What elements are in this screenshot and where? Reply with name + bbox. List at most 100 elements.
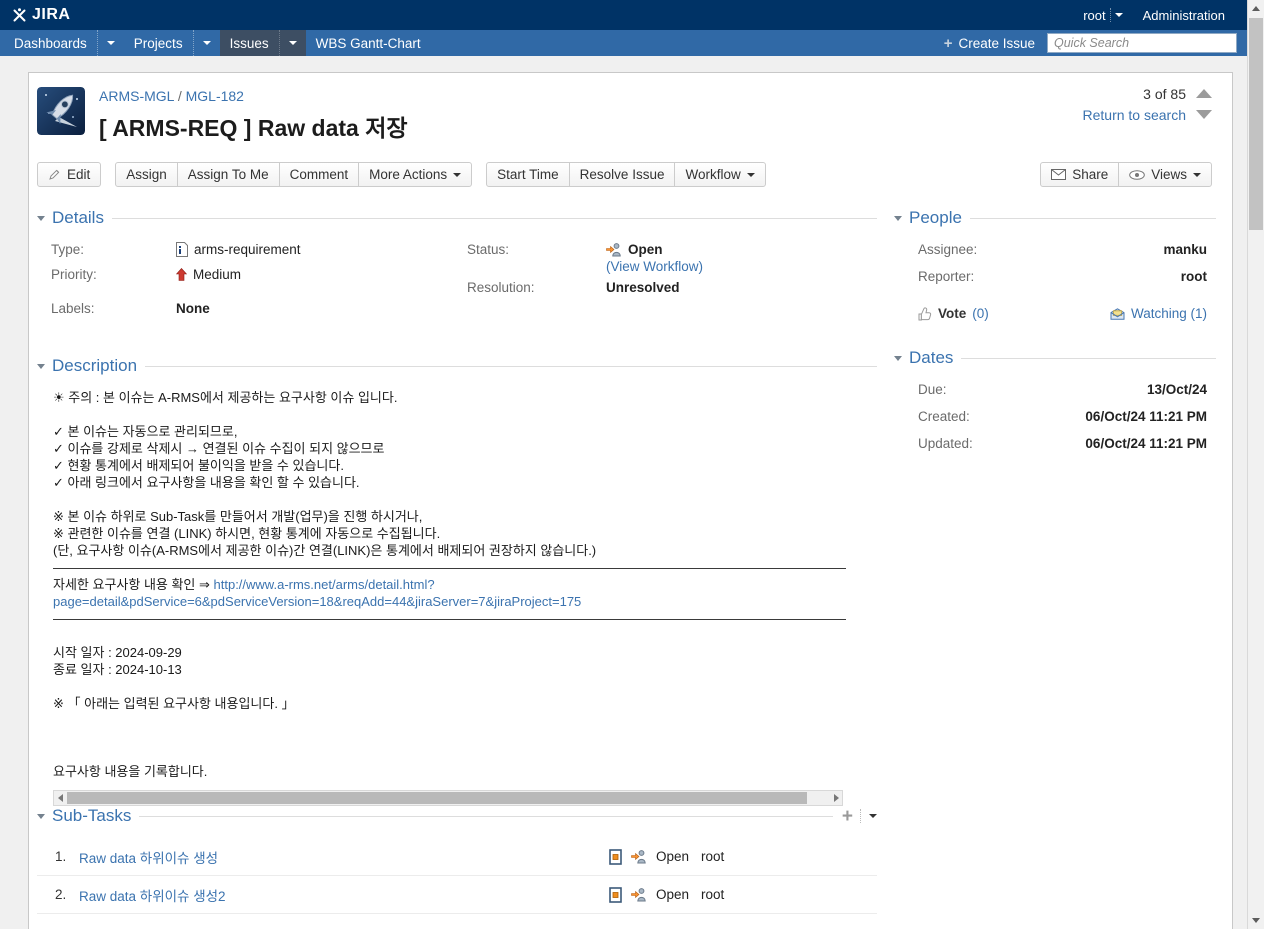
envelope-icon xyxy=(1051,169,1066,180)
user-menu[interactable]: root xyxy=(1073,0,1132,30)
updated-value: 06/Oct/24 11:21 PM xyxy=(1085,436,1207,451)
jira-logo-text: JIRA xyxy=(32,6,70,24)
divider xyxy=(145,366,877,367)
page-scrollbar[interactable] xyxy=(1247,0,1264,929)
return-to-search-link[interactable]: Return to search xyxy=(1083,107,1187,123)
scroll-left-button[interactable] xyxy=(54,791,66,805)
scroll-right-button[interactable] xyxy=(830,791,842,805)
project-avatar[interactable] xyxy=(37,87,85,135)
next-issue-button[interactable] xyxy=(1196,110,1212,119)
thumbs-up-icon xyxy=(918,307,932,321)
chevron-down-icon xyxy=(289,41,297,45)
chevron-down-icon xyxy=(747,173,755,177)
divider xyxy=(860,809,861,823)
description-line: ✓ 본 이슈는 자동으로 관리되므로, xyxy=(53,423,877,440)
hscrollbar-thumb[interactable] xyxy=(67,792,807,804)
due-value: 13/Oct/24 xyxy=(1147,382,1207,397)
collapse-people-icon[interactable] xyxy=(894,216,902,221)
jira-logo[interactable]: JIRA xyxy=(12,6,70,24)
description-line: ※ 본 이슈 하위로 Sub-Task를 만들어서 개발(업무)을 진행 하시거… xyxy=(53,508,877,525)
view-workflow-link[interactable]: (View Workflow) xyxy=(606,259,703,274)
triangle-up-icon xyxy=(1252,6,1260,11)
subtask-link[interactable]: Raw data 하위이슈 생성2 xyxy=(79,885,226,905)
dash-separator: ————————————————————————————————————————… xyxy=(53,610,846,627)
chevron-down-icon xyxy=(1193,173,1201,177)
triangle-right-icon xyxy=(834,794,839,802)
resolution-value: Unresolved xyxy=(606,280,680,295)
issue-title: [ ARMS-REQ ] Raw data 저장 xyxy=(99,109,408,143)
collapse-description-icon[interactable] xyxy=(37,364,45,369)
updated-label: Updated: xyxy=(918,436,973,451)
subtask-link[interactable]: Raw data 하위이슈 생성 xyxy=(79,847,218,867)
share-button[interactable]: Share xyxy=(1040,162,1119,187)
nav-dashboards-dropdown[interactable] xyxy=(97,30,124,56)
edit-button[interactable]: Edit xyxy=(37,162,101,187)
more-actions-button[interactable]: More Actions xyxy=(358,162,472,187)
administration-link[interactable]: Administration xyxy=(1133,0,1235,30)
requirement-detail-link[interactable]: http://www.a-rms.net/arms/detail.html? xyxy=(214,577,435,592)
triangle-left-icon xyxy=(58,794,63,802)
priority-value: Medium xyxy=(193,267,241,282)
assign-button[interactable]: Assign xyxy=(115,162,178,187)
scrollbar-thumb[interactable] xyxy=(1249,18,1263,230)
subtask-number: 1. xyxy=(55,849,79,864)
requirement-detail-link-continued[interactable]: page=detail&pdService=6&pdServiceVersion… xyxy=(53,594,581,609)
collapse-subtasks-icon[interactable] xyxy=(37,814,45,819)
quick-search-input[interactable] xyxy=(1047,33,1237,53)
nav-projects-dropdown[interactable] xyxy=(193,30,220,56)
subtasks-title[interactable]: Sub-Tasks xyxy=(52,806,131,826)
create-issue-button[interactable]: + Create Issue xyxy=(944,36,1035,51)
divider xyxy=(1110,8,1111,22)
issue-toolbar: Edit Assign Assign To Me Comment More Ac… xyxy=(37,162,766,187)
previous-issue-button[interactable] xyxy=(1196,89,1212,98)
assignee-value[interactable]: manku xyxy=(1163,242,1207,257)
watching-button[interactable]: Watching (1) xyxy=(1110,306,1207,321)
scroll-up-button[interactable] xyxy=(1248,0,1264,17)
comment-button[interactable]: Comment xyxy=(279,162,360,187)
people-module: People Assignee: manku Reporter: root Vo… xyxy=(894,206,1216,321)
subtask-type-icon xyxy=(609,887,622,903)
nav-wbs-label: WBS Gantt-Chart xyxy=(306,30,431,56)
nav-item-projects[interactable]: Projects xyxy=(124,30,220,56)
vote-button[interactable]: Vote (0) xyxy=(918,306,989,321)
scroll-down-button[interactable] xyxy=(1248,912,1264,929)
subtasks-options-dropdown[interactable] xyxy=(869,814,877,818)
breadcrumb-issue-key-link[interactable]: MGL-182 xyxy=(186,88,244,104)
collapse-dates-icon[interactable] xyxy=(894,356,902,361)
watching-mail-icon xyxy=(1110,308,1125,320)
status-open-icon xyxy=(631,849,647,864)
priority-medium-icon xyxy=(176,268,187,281)
vote-count: (0) xyxy=(972,306,989,321)
assign-to-me-button[interactable]: Assign To Me xyxy=(177,162,280,187)
description-line: ✓ 아래 링크에서 요구사항을 내용을 확인 할 수 있습니다. xyxy=(53,474,877,491)
assign-label: Assign xyxy=(126,167,167,182)
details-title[interactable]: Details xyxy=(52,208,104,228)
resolve-issue-button[interactable]: Resolve Issue xyxy=(569,162,676,187)
subtask-assignee: root xyxy=(701,849,724,864)
subtask-number: 2. xyxy=(55,887,79,902)
views-button[interactable]: Views xyxy=(1118,162,1212,187)
description-title[interactable]: Description xyxy=(52,356,137,376)
assign-to-me-label: Assign To Me xyxy=(188,167,269,182)
collapse-details-icon[interactable] xyxy=(37,216,45,221)
add-subtask-button[interactable]: + xyxy=(842,807,853,826)
people-title[interactable]: People xyxy=(909,208,962,228)
dates-title[interactable]: Dates xyxy=(909,348,953,368)
nav-item-issues[interactable]: Issues xyxy=(220,30,306,56)
chevron-down-icon xyxy=(1115,13,1123,17)
reporter-value[interactable]: root xyxy=(1181,269,1207,284)
nav-item-dashboards[interactable]: Dashboards xyxy=(4,30,124,56)
workflow-button[interactable]: Workflow xyxy=(674,162,765,187)
description-text: ☀ 주의 : 본 이슈는 A-RMS에서 제공하는 요구사항 이슈 입니다. ✓… xyxy=(37,378,877,806)
start-time-button[interactable]: Start Time xyxy=(486,162,570,187)
dates-module: Dates Due: 13/Oct/24 Created: 06/Oct/24 … xyxy=(894,346,1216,463)
nav-issues-dropdown[interactable] xyxy=(279,30,306,56)
description-line: 시작 일자 : 2024-09-29 xyxy=(53,644,877,661)
resolve-issue-label: Resolve Issue xyxy=(580,167,665,182)
status-open-icon xyxy=(606,242,622,257)
assignee-label: Assignee: xyxy=(918,242,977,257)
nav-dashboards-label: Dashboards xyxy=(4,30,97,56)
nav-item-wbs-gantt-chart[interactable]: WBS Gantt-Chart xyxy=(306,30,431,56)
breadcrumb-project-link[interactable]: ARMS-MGL xyxy=(99,88,174,104)
status-value: Open xyxy=(628,242,663,257)
